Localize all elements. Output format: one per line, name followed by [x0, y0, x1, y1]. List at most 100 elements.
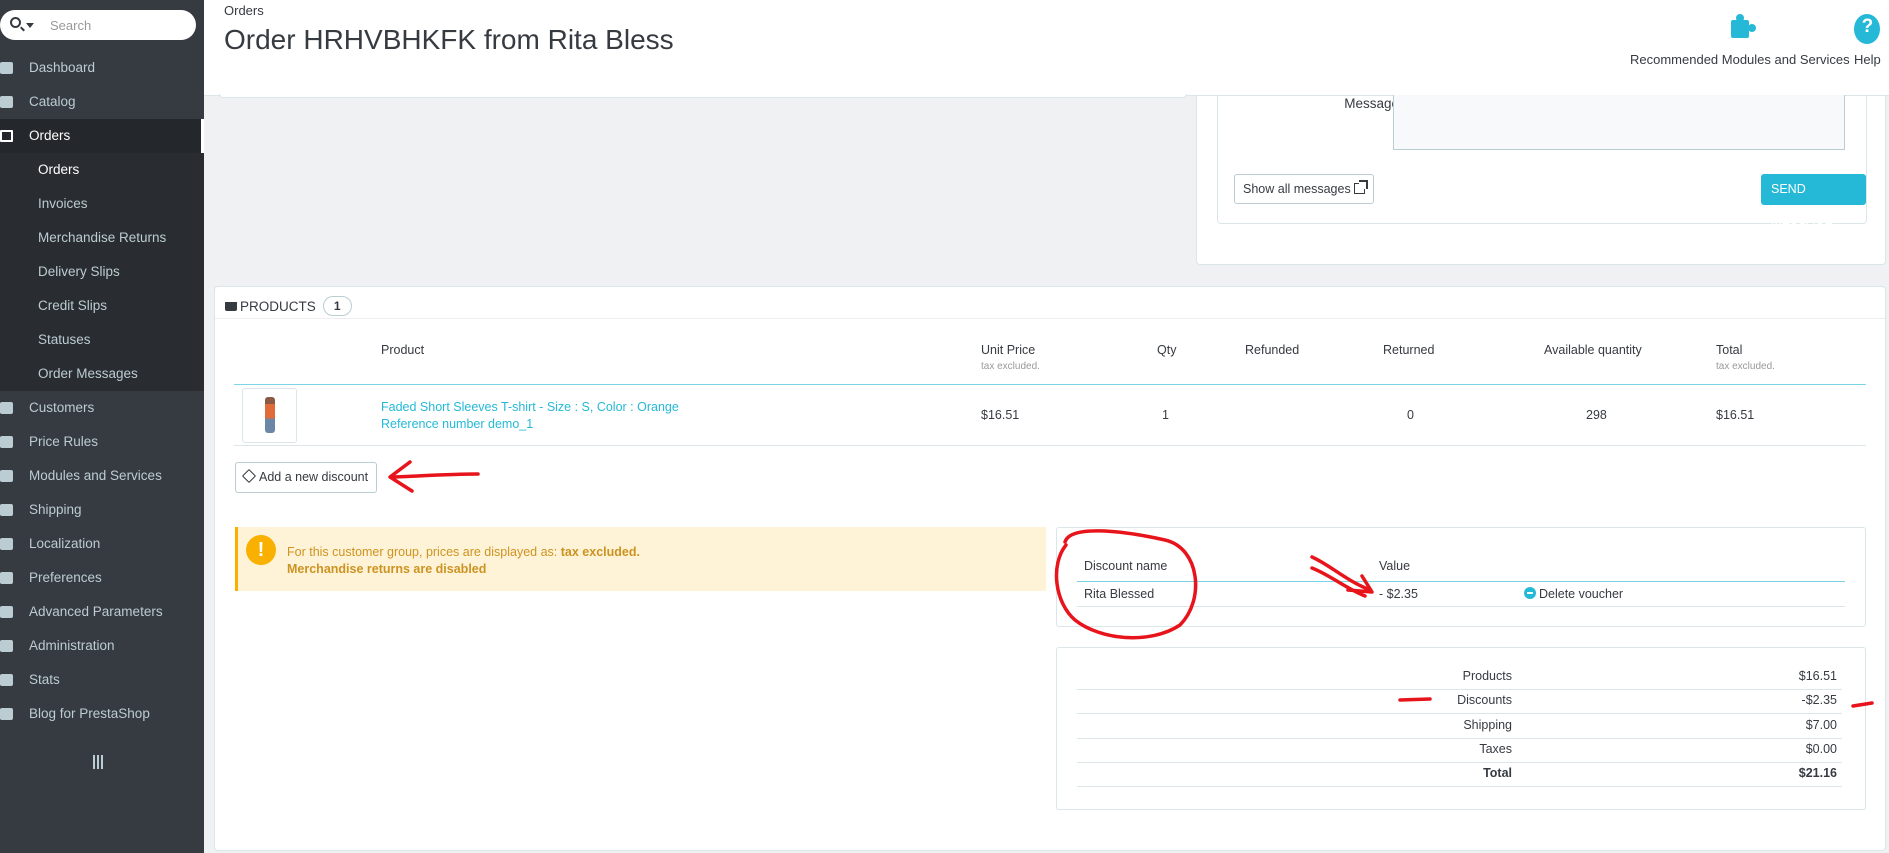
- add-discount-button[interactable]: Add a new discount: [235, 462, 378, 493]
- sidebar-item-label: Modules and Services: [29, 468, 162, 483]
- message-form: Message Show all messages SEND MESSAGE: [1217, 95, 1867, 227]
- discount-value: - $2.35: [1379, 587, 1418, 601]
- search-box[interactable]: [0, 10, 196, 40]
- col-header-unit-price: Unit Price: [981, 343, 1036, 357]
- totals-value: $21.16: [1798, 766, 1837, 780]
- submenu-item-delivery-slips[interactable]: Delivery Slips: [0, 255, 204, 289]
- search-input[interactable]: [50, 15, 190, 35]
- col-header-returned: Returned: [1383, 343, 1435, 357]
- sidebar-item-price-rules[interactable]: Price Rules: [0, 425, 204, 459]
- totals-label: Total: [1483, 766, 1512, 780]
- recommended-modules-label: Recommended Modules and Services: [1630, 52, 1850, 67]
- sidebar-item-advanced-parameters[interactable]: Advanced Parameters: [0, 595, 204, 629]
- col-subheader-total: tax excluded.: [1716, 361, 1775, 372]
- search-icon[interactable]: [10, 17, 21, 28]
- products-heading: PRODUCTS 1: [225, 293, 352, 321]
- delete-voucher-link[interactable]: Delete voucher: [1524, 587, 1623, 601]
- credit-card-icon: [0, 130, 13, 142]
- totals-label: Shipping: [1463, 718, 1512, 732]
- sidebar-item-shipping[interactable]: Shipping: [0, 493, 204, 527]
- sidebar-item-modules[interactable]: Modules and Services: [0, 459, 204, 493]
- collapse-sidebar-icon[interactable]: [93, 755, 104, 769]
- totals-value: -$2.35: [1801, 693, 1837, 707]
- sidebar-item-catalog[interactable]: Catalog: [0, 85, 204, 119]
- chevron-down-icon[interactable]: [26, 23, 34, 28]
- submenu-item-order-messages[interactable]: Order Messages: [0, 357, 204, 391]
- submenu-item-invoices[interactable]: Invoices: [0, 187, 204, 221]
- show-all-messages-button[interactable]: Show all messages: [1234, 174, 1374, 204]
- totals-label: Taxes: [1479, 742, 1512, 756]
- products-heading-label: PRODUCTS: [240, 299, 316, 314]
- sidebar-item-customers[interactable]: Customers: [0, 391, 204, 425]
- products-count-badge: 1: [322, 296, 352, 316]
- product-reference[interactable]: Reference number demo_1: [381, 417, 533, 431]
- users-icon: [0, 402, 13, 414]
- totals-row-shipping: Shipping $7.00: [1077, 714, 1842, 739]
- help-label: Help: [1854, 52, 1881, 67]
- totals-row-products: Products $16.51: [1077, 665, 1842, 690]
- totals-row-discounts: Discounts -$2.35: [1077, 689, 1842, 714]
- alert-line-1: For this customer group, prices are disp…: [287, 545, 640, 559]
- product-name-link[interactable]: Faded Short Sleeves T-shirt - Size : S, …: [381, 400, 679, 414]
- add-discount-label: Add a new discount: [259, 470, 369, 484]
- table-header-divider: [234, 384, 1866, 385]
- messages-panel: Message Show all messages SEND MESSAGE: [1196, 95, 1886, 265]
- table-header-divider: [1077, 581, 1845, 582]
- col-header-total: Total: [1716, 343, 1743, 357]
- sidebar: Dashboard Catalog Orders Orders Invoices…: [0, 0, 204, 853]
- sidebar-item-label: Advanced Parameters: [29, 604, 163, 619]
- recommended-modules-button[interactable]: Recommended Modules and Services: [1630, 14, 1850, 67]
- product-returned: 0: [1407, 408, 1414, 422]
- col-header-discount-name: Discount name: [1084, 559, 1168, 573]
- submenu-item-credit-slips[interactable]: Credit Slips: [0, 289, 204, 323]
- alert-line-1-strong: tax excluded.: [560, 545, 640, 559]
- sidebar-item-label: Localization: [29, 536, 101, 551]
- panel-bottom-edge: [219, 94, 1187, 98]
- bar-chart-icon: [0, 674, 13, 686]
- totals-value: $7.00: [1805, 718, 1837, 732]
- totals-label: Products: [1462, 669, 1512, 683]
- help-button[interactable]: ? Help: [1854, 14, 1881, 67]
- puzzle-icon: [0, 470, 13, 482]
- sidebar-item-stats[interactable]: Stats: [0, 663, 204, 697]
- sidebar-item-label: Orders: [29, 128, 71, 143]
- tag-icon: [241, 468, 257, 484]
- document-icon: [0, 708, 13, 720]
- col-header-discount-value: Value: [1379, 559, 1411, 573]
- send-message-button[interactable]: SEND MESSAGE: [1761, 174, 1866, 227]
- tags-icon: [0, 436, 13, 448]
- col-header-refunded: Refunded: [1245, 343, 1300, 357]
- product-available-quantity: 298: [1586, 408, 1607, 422]
- sidebar-item-label: Blog for PrestaShop: [29, 706, 150, 721]
- sidebar-item-localization[interactable]: Localization: [0, 527, 204, 561]
- col-header-available-quantity: Available quantity: [1544, 343, 1642, 357]
- wrench-icon: [0, 572, 13, 584]
- submenu-item-merchandise-returns[interactable]: Merchandise Returns: [0, 221, 204, 255]
- delete-voucher-label: Delete voucher: [1539, 587, 1624, 601]
- truck-icon: [0, 504, 13, 516]
- row-divider: [234, 445, 1866, 446]
- sidebar-item-label: Shipping: [29, 502, 82, 517]
- sidebar-item-label: Preferences: [29, 570, 102, 585]
- product-thumbnail[interactable]: [242, 388, 297, 443]
- sidebar-item-label: Customers: [29, 400, 95, 415]
- totals-value: $16.51: [1798, 669, 1837, 683]
- order-totals-panel: Products $16.51 Discounts -$2.35 Shipping $…: [1056, 647, 1866, 810]
- message-textarea[interactable]: [1393, 95, 1845, 150]
- breadcrumb[interactable]: Orders: [224, 3, 264, 18]
- sidebar-item-label: Dashboard: [29, 60, 96, 75]
- show-all-messages-label: Show all messages: [1243, 182, 1351, 196]
- sidebar-item-blog[interactable]: Blog for PrestaShop: [0, 697, 204, 731]
- product-total: $16.51: [1716, 408, 1755, 422]
- product-image: [265, 397, 275, 433]
- sidebar-item-preferences[interactable]: Preferences: [0, 561, 204, 595]
- row-divider: [1077, 606, 1845, 607]
- sidebar-item-orders[interactable]: Orders: [0, 119, 204, 153]
- submenu-item-statuses[interactable]: Statuses: [0, 323, 204, 357]
- totals-value: $0.00: [1805, 742, 1837, 756]
- sidebar-item-administration[interactable]: Administration: [0, 629, 204, 663]
- sidebar-item-dashboard[interactable]: Dashboard: [0, 51, 204, 85]
- sidebar-item-label: Stats: [29, 672, 60, 687]
- product-unit-price: $16.51: [981, 408, 1020, 422]
- submenu-item-orders[interactable]: Orders: [0, 153, 204, 187]
